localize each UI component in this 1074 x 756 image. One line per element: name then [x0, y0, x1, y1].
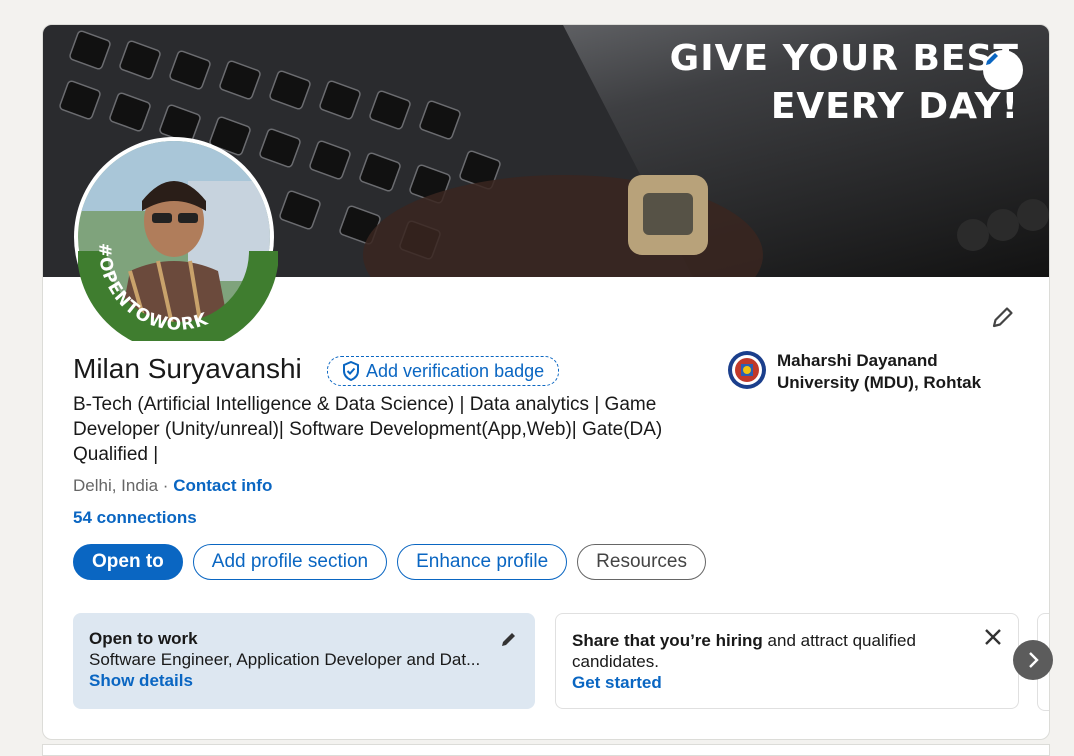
add-profile-section-button[interactable]: Add profile section: [192, 544, 388, 580]
dismiss-hiring-button[interactable]: [984, 628, 1002, 651]
show-details-link[interactable]: Show details: [89, 671, 519, 691]
next-section-card: [42, 744, 1050, 756]
banner-slogan: GIVE YOUR BEST EVERY DAY!: [670, 35, 1019, 131]
contact-info-link[interactable]: Contact info: [173, 476, 272, 495]
profile-location-row: Delhi, India · Contact info: [73, 476, 272, 496]
carousel-next-button[interactable]: [1013, 640, 1053, 680]
location-separator: ·: [162, 476, 169, 495]
profile-location: Delhi, India: [73, 476, 159, 495]
profile-card: GIVE YOUR BEST EVERY DAY! #OPENTOWORK Mi…: [42, 24, 1050, 740]
add-verification-badge-button[interactable]: Add verification badge: [327, 356, 560, 386]
connections-link[interactable]: 54 connections: [73, 508, 197, 528]
resources-button[interactable]: Resources: [577, 544, 706, 580]
pencil-icon: [986, 53, 998, 65]
education-name: Maharshi Dayanand University (MDU), Roht…: [777, 351, 982, 392]
open-to-work-frame: #OPENTOWORK: [78, 243, 278, 341]
avatar[interactable]: #OPENTOWORK: [74, 137, 278, 341]
pencil-icon: [502, 633, 515, 646]
enhance-profile-button[interactable]: Enhance profile: [397, 544, 568, 580]
open-to-button[interactable]: Open to: [73, 544, 183, 580]
hiring-card: Share that you’re hiring and attract qua…: [555, 613, 1019, 709]
open-to-work-card: Open to work Software Engineer, Applicat…: [73, 613, 535, 709]
get-started-link[interactable]: Get started: [572, 673, 1002, 693]
edit-banner-button[interactable]: [983, 50, 1023, 90]
education-entry[interactable]: Maharshi Dayanand University (MDU), Roht…: [727, 350, 1007, 394]
open-to-work-title: Open to work: [89, 629, 198, 648]
open-to-work-roles: Software Engineer, Application Developer…: [89, 650, 481, 669]
edit-open-to-work-button[interactable]: [499, 629, 519, 654]
profile-name: Milan Suryavanshi: [73, 353, 302, 384]
chevron-right-icon: [1029, 652, 1039, 668]
shield-check-icon: [343, 361, 359, 381]
university-logo-icon: [728, 351, 766, 389]
banner-slogan-line2: EVERY DAY!: [770, 86, 1019, 127]
profile-headline: B-Tech (Artificial Intelligence & Data S…: [73, 394, 663, 465]
verification-badge-label: Add verification badge: [366, 360, 545, 381]
hiring-text: Share that you’re hiring and attract qua…: [572, 630, 952, 672]
profile-actions: Open to Add profile section Enhance prof…: [73, 544, 706, 580]
close-icon: [985, 629, 1001, 645]
pencil-icon: [992, 307, 1013, 328]
hiring-text-bold: Share that you’re hiring: [572, 631, 763, 650]
banner-slogan-line1: GIVE YOUR BEST: [669, 38, 1019, 79]
edit-intro-button[interactable]: [987, 301, 1019, 333]
